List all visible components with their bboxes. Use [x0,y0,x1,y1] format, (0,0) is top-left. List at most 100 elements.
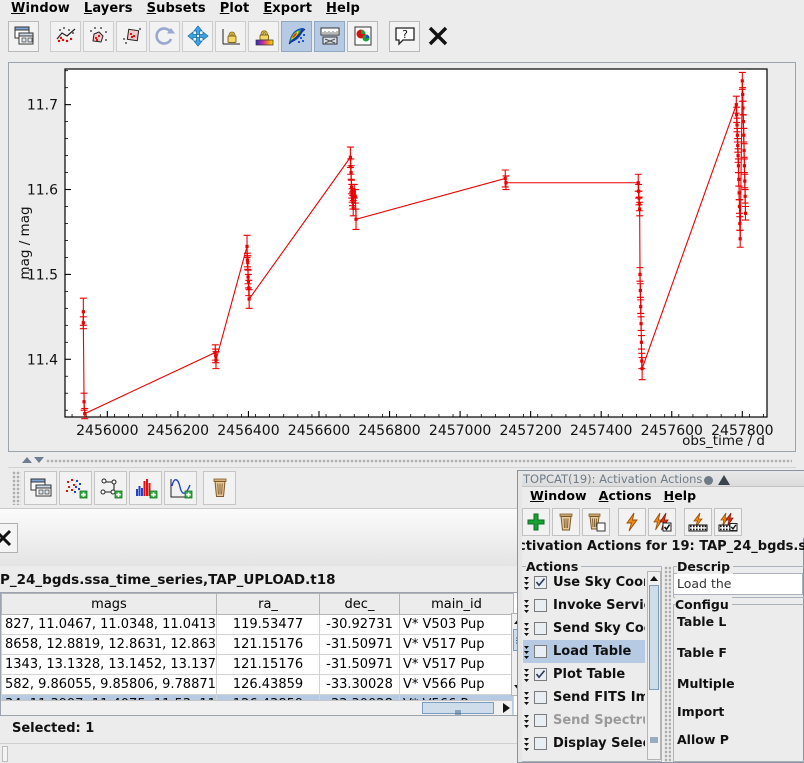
cell-ra[interactable]: 121.15176 [216,634,320,655]
cell-main_id[interactable]: V* V517 Pup [399,634,514,655]
action-checkbox[interactable] [534,714,547,727]
menu-subsets[interactable]: Subsets [140,1,213,17]
cell-dec[interactable]: -31.50971 [319,634,400,655]
axis-lock-icon[interactable] [215,20,246,52]
close-icon[interactable] [422,21,453,52]
data-point[interactable] [743,179,747,183]
action-row[interactable]: Send FITS Image [523,686,645,709]
menu-layers[interactable]: Layers [77,1,140,17]
action-row[interactable]: Invoke Service [523,594,645,617]
data-point[interactable] [736,164,741,168]
act-menu-window[interactable]: Window [524,488,593,504]
data-point[interactable] [735,123,739,127]
data-point[interactable] [504,181,508,185]
cell-dec[interactable]: -33.30028 [319,674,400,695]
table-row[interactable]: 1343, 13.1328, 13.1452, 13.137… 121.15176… [1,654,514,675]
table-row[interactable]: 582, 9.86055, 9.85806, 9.78871… 126.43859… [1,674,514,695]
data-point[interactable] [736,143,740,147]
data-point[interactable] [640,367,644,371]
data-point[interactable] [639,340,644,344]
resize-icon[interactable] [182,20,213,52]
plot-splitter[interactable] [8,455,796,467]
actions-scroll-thumb[interactable] [649,585,659,690]
column-header-ra[interactable]: ra_ [216,593,320,615]
cell-ra[interactable]: 119.53477 [216,614,320,635]
cell-mags[interactable]: 1343, 13.1328, 13.1452, 13.137… [1,654,217,675]
toolbar-drag-grip[interactable] [12,470,21,505]
expand-handle-icon[interactable] [523,734,534,754]
data-point[interactable] [638,272,642,277]
remove-layer-icon[interactable] [203,470,236,505]
add-function-layer-icon[interactable] [164,470,197,505]
data-point[interactable] [734,103,738,107]
rescale-y-icon[interactable] [116,20,147,52]
action-checkbox[interactable] [534,599,547,612]
data-point[interactable] [639,305,643,309]
action-row[interactable]: Display Selected I [523,732,645,755]
splitter-up-icon[interactable] [22,457,32,463]
time-series-scatter-plot[interactable]: 11.411.511.611.7 2456000 2456200 2456400 24… [9,63,795,451]
data-point[interactable] [735,133,739,137]
stack-window-icon[interactable] [24,470,57,505]
expand-handle-icon[interactable] [523,596,534,616]
data-point[interactable] [82,400,86,404]
data-point[interactable] [353,194,357,198]
hscroll-right-arrow[interactable] [503,703,510,713]
data-point[interactable] [349,170,353,175]
data-point[interactable] [737,177,741,181]
action-row[interactable]: Plot Table [523,663,645,686]
table-row[interactable]: 827, 11.0467, 11.0348, 11.0413… 119.53477… [1,614,514,635]
add-link-layer-icon[interactable] [94,470,127,505]
action-checkbox[interactable] [534,691,547,704]
activation-splitter[interactable] [664,566,671,762]
activate-sequence-selected-icon[interactable] [714,507,742,536]
export-image-icon[interactable] [347,20,378,52]
data-point[interactable] [246,260,250,265]
action-row[interactable]: Send Sky Coordinate [523,617,645,640]
add-action-icon[interactable] [522,507,550,536]
data-point[interactable] [741,106,745,110]
remove-inactive-action-icon[interactable] [582,507,610,536]
expand-handle-icon[interactable] [523,711,534,731]
data-point[interactable] [735,113,739,117]
data-point[interactable] [741,120,745,124]
titlebar-controls[interactable] [704,475,730,485]
activate-selected-icon[interactable] [648,507,676,536]
action-checkbox[interactable] [534,576,547,589]
plot-area[interactable]: 11.4 11.5 11.6 11.7 2456000 2456200 2456400 24… [8,62,796,452]
action-row[interactable]: Send Spectrum [523,709,645,732]
expand-handle-icon[interactable] [523,619,534,639]
cell-ra[interactable]: 121.15176 [216,654,320,675]
data-point[interactable] [81,321,85,325]
rescale-x-icon[interactable] [83,20,114,52]
actions-list[interactable]: Use Sky Coordinates Invoke Service Send Sk… [523,571,645,760]
data-point[interactable] [737,191,741,195]
data-point[interactable] [639,322,643,326]
actions-scroll-grip[interactable] [649,729,659,743]
data-point[interactable] [740,79,744,83]
table-row[interactable]: 8658, 12.8819, 12.8631, 12.863… 121.15176… [1,634,514,655]
cell-mags[interactable]: 827, 11.0467, 11.0348, 11.0413… [1,614,217,635]
action-checkbox[interactable] [534,622,547,635]
cell-ra[interactable]: 126.43859 [216,674,320,695]
data-point[interactable] [638,207,642,211]
action-checkbox[interactable] [534,668,547,681]
data-point[interactable] [348,155,352,159]
menu-plot[interactable]: Plot [213,1,257,17]
cell-mags[interactable]: 8658, 12.8819, 12.8631, 12.863… [1,634,217,655]
data-point[interactable] [741,92,745,97]
aux-lock-icon[interactable] [248,20,279,52]
data-point[interactable] [214,358,218,362]
remove-action-icon[interactable] [552,507,580,536]
actions-list-scrollbar[interactable] [647,571,661,760]
data-point[interactable] [738,221,742,226]
data-point[interactable] [636,181,640,185]
table-hscrollbar[interactable] [1,700,512,715]
data-point[interactable] [247,286,251,290]
activate-once-icon[interactable] [618,507,646,536]
cell-main_id[interactable]: V* V566 Pup [399,674,514,695]
data-point[interactable] [742,164,747,168]
data-point[interactable] [354,217,358,221]
cell-main_id[interactable]: V* V503 Pup [399,614,514,635]
menu-window[interactable]: Window [4,1,77,17]
